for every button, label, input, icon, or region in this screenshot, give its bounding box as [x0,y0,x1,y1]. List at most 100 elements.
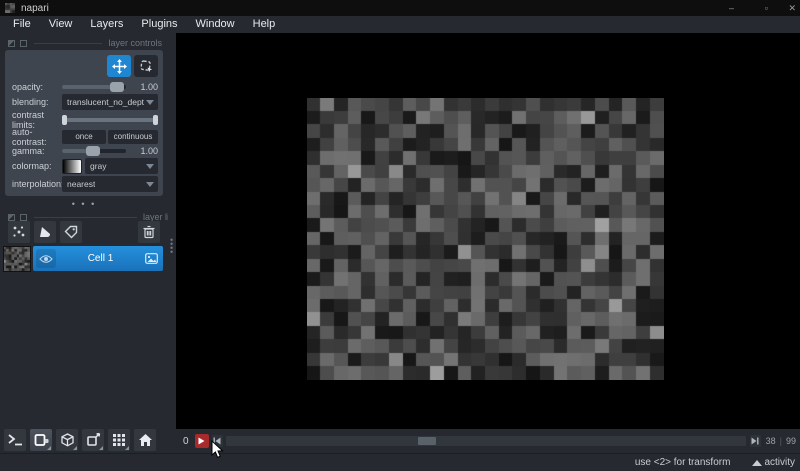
play-button[interactable] [194,434,224,458]
transform-button[interactable] [134,55,158,77]
points-icon [13,226,25,237]
auto-contrast-continuous-button[interactable]: continuous [108,129,158,144]
ndisplay-2d-icon [34,434,48,446]
total-frames: 99 [785,436,796,446]
gamma-slider[interactable] [62,146,126,156]
auto-contrast-row: auto-contrast: once continuous [12,127,158,147]
auto-contrast-once-button[interactable]: once [62,129,106,144]
opacity-slider[interactable] [62,82,126,92]
pan-zoom-button[interactable] [107,55,131,77]
labels-tag-icon [64,225,78,239]
activity-button[interactable]: activity [752,457,795,468]
layer-list-toolbar [5,221,163,243]
status-bar: use <2> for transform activity [0,453,800,471]
menubar: File View Layers Plugins Window Help [0,16,800,33]
trash-icon [143,225,155,239]
new-shapes-layer-button[interactable] [34,221,56,243]
menu-view[interactable]: View [40,16,82,33]
frame-slider[interactable] [225,436,746,446]
blending-value: translucent_no_depth [67,97,144,107]
frame-slider-handle[interactable] [418,437,437,445]
context-menu-corner [73,446,77,450]
gamma-row: gamma: 1.00 [12,146,158,156]
dock-resize-handle[interactable]: • • • • [168,33,176,453]
minimize-button[interactable]: – [729,0,734,16]
status-hint: use <2> for transform [634,457,731,468]
interpolation-dropdown[interactable]: nearest [62,176,158,192]
step-forward-button[interactable] [749,435,761,447]
axis-label: 0 [183,435,189,447]
left-dock-column: layer controls opacity: 1.00 blending: t… [0,33,176,453]
maximize-button[interactable]: ▫ [765,0,768,16]
float-dock-icon[interactable] [8,213,15,221]
current-frame[interactable]: 38 [766,436,776,446]
layer-controls-panel: opacity: 1.00 blending: translucent_no_d… [5,50,163,196]
layer-name: Cell 1 [87,253,114,264]
grid-icon [113,434,125,446]
image-layer-pixels[interactable] [307,98,664,380]
hide-dock-icon[interactable] [20,39,27,47]
napari-logo-icon [5,3,15,13]
context-menu-corner [125,446,129,450]
home-icon [138,434,152,446]
transpose-icon [86,433,100,446]
chevron-down-icon [146,100,154,105]
console-button[interactable] [4,429,26,451]
dims-slider-row: 0 38 | 99 [176,429,800,458]
context-menu-corner [47,446,51,450]
titlebar: napari – ▫ ✕ [0,0,800,16]
cube-icon [60,433,74,447]
menu-file[interactable]: File [4,16,40,33]
viewer-canvas[interactable] [176,33,800,429]
delete-layer-button[interactable] [138,221,160,243]
menu-help[interactable]: Help [244,16,285,33]
frame-separator: | [779,436,782,446]
blending-row: blending: translucent_no_depth [12,94,158,110]
contrast-limits-row: contrast limits: [12,110,158,130]
gamma-label: gamma: [12,146,45,156]
colormap-dropdown[interactable]: gray [85,158,158,174]
contrast-limits-slider[interactable] [62,114,158,125]
napari-window: napari – ▫ ✕ File View Layers Plugins Wi… [0,0,800,471]
interpolation-row: interpolation: nearest [12,176,158,192]
new-labels-layer-button[interactable] [60,221,82,243]
layer-visibility-toggle[interactable] [36,249,56,268]
interpolation-value: nearest [67,179,96,189]
activity-label: activity [764,457,795,468]
layer-list-item[interactable]: Cell 1 [3,245,163,272]
image-layer-type-icon [145,253,158,264]
colormap-gradient-preview [62,158,82,174]
home-reset-view-button[interactable] [134,429,156,451]
skip-forward-icon [751,437,759,445]
colormap-label: colormap: [12,161,52,171]
eye-icon [39,254,53,263]
blending-label: blending: [12,97,49,107]
close-button[interactable]: ✕ [788,0,796,16]
opacity-row: opacity: 1.00 [12,82,158,92]
ndisplay-toggle-button[interactable] [30,429,52,451]
viewer-buttons [4,429,156,451]
colormap-row: colormap: gray [12,158,158,174]
chevron-down-icon [146,182,154,187]
grid-view-button[interactable] [108,429,130,451]
new-points-layer-button[interactable] [8,221,30,243]
menu-plugins[interactable]: Plugins [132,16,186,33]
panel-expander[interactable]: • • • [0,199,168,209]
menu-window[interactable]: Window [187,16,244,33]
layer-thumbnail [3,245,31,272]
float-dock-icon[interactable] [8,39,15,47]
roll-dimensions-button[interactable] [56,429,78,451]
blending-dropdown[interactable]: translucent_no_depth [62,94,158,110]
layer-row-selected[interactable]: Cell 1 [33,246,163,271]
dock-title: layer controls [108,38,162,48]
window-title: napari [21,2,49,14]
dock-divider [34,42,103,44]
opacity-value: 1.00 [140,82,158,92]
hide-dock-icon[interactable] [20,213,27,221]
transpose-dimensions-button[interactable] [82,429,104,451]
step-back-button[interactable] [211,435,223,447]
menu-layers[interactable]: Layers [81,16,132,33]
chevron-down-icon [146,164,154,169]
chevron-up-icon [752,459,763,466]
drag-dots-icon: • • • • [170,235,174,257]
